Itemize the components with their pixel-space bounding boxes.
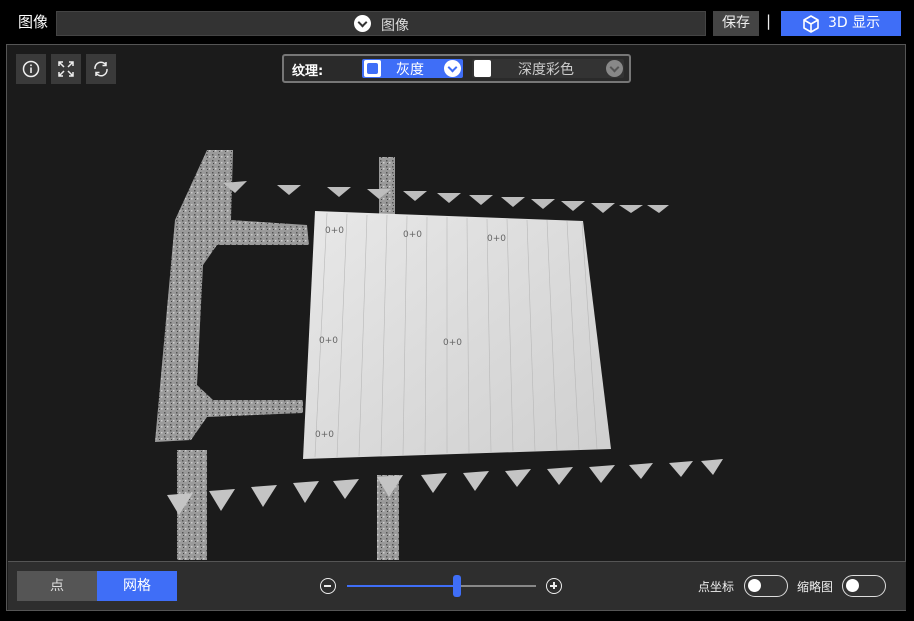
save-button[interactable]: 保存 [713, 11, 759, 36]
zoom-slider-thumb[interactable] [452, 575, 461, 597]
viewport-3d[interactable]: 0+0 0+0 0+0 0+0 0+0 0+0 纹理: 灰度 深度彩色 [6, 44, 906, 611]
reset-view-button[interactable] [86, 54, 116, 84]
zoom-slider[interactable] [347, 575, 536, 597]
zoom-out-icon[interactable] [320, 578, 336, 594]
striped-tape-bottom [167, 459, 723, 515]
info-icon [22, 60, 40, 78]
plate-annotation: 0+0 [403, 230, 422, 240]
texture-label: 纹理: [292, 64, 324, 79]
toggle-knob [748, 579, 761, 592]
thumbnail-toggle[interactable] [842, 575, 886, 597]
image-source-value: 图像 [381, 18, 409, 34]
view-3d-button[interactable]: 3D 显示 [781, 11, 901, 36]
mesh-view-button[interactable]: 网格 [97, 571, 177, 601]
fit-view-icon [58, 61, 74, 77]
texture-depth-option[interactable]: 深度彩色 [472, 59, 624, 78]
texture-selector: 纹理: 灰度 深度彩色 [282, 54, 631, 83]
top-bar: 图像 图像 保存 | 3D 显示 [0, 0, 914, 44]
refresh-icon [94, 61, 108, 77]
texture-gray-option[interactable]: 灰度 [362, 59, 463, 78]
chevron-down-icon[interactable] [606, 60, 623, 77]
cube-icon [803, 15, 819, 33]
depth-checkbox[interactable] [474, 60, 491, 77]
point-coord-toggle[interactable] [744, 575, 788, 597]
point-coord-label: 点坐标 [698, 580, 735, 594]
plate-annotation: 0+0 [319, 336, 338, 346]
plate-annotation: 0+0 [325, 226, 344, 236]
thumbnail-label: 缩略图 [797, 580, 834, 594]
chevron-down-icon[interactable] [444, 60, 461, 77]
view-3d-label: 3D 显示 [828, 15, 881, 31]
plate-annotation: 0+0 [315, 430, 334, 440]
fit-view-button[interactable] [51, 54, 81, 84]
point-view-button[interactable]: 点 [17, 571, 97, 601]
zoom-in-icon[interactable] [546, 578, 562, 594]
zoom-slider-fill [347, 585, 457, 587]
point-cloud-scene[interactable]: 0+0 0+0 0+0 0+0 0+0 0+0 [7, 45, 906, 560]
info-button[interactable] [16, 54, 46, 84]
bottom-control-bar: 点 网格 点坐标 缩略图 [8, 561, 906, 610]
gray-label: 灰度 [396, 62, 424, 78]
separator: | [766, 12, 772, 30]
striped-tape-top [223, 181, 669, 213]
chevron-down-icon [354, 15, 371, 32]
depth-label: 深度彩色 [518, 62, 574, 78]
page-title: 图像 [18, 13, 49, 31]
plate-annotation: 0+0 [443, 338, 462, 348]
image-source-select[interactable]: 图像 [56, 11, 706, 36]
plate-annotation: 0+0 [487, 234, 506, 244]
measurement-plate: 0+0 0+0 0+0 0+0 0+0 0+0 [303, 211, 611, 459]
toggle-knob [846, 579, 859, 592]
gray-checkbox[interactable] [364, 60, 381, 77]
